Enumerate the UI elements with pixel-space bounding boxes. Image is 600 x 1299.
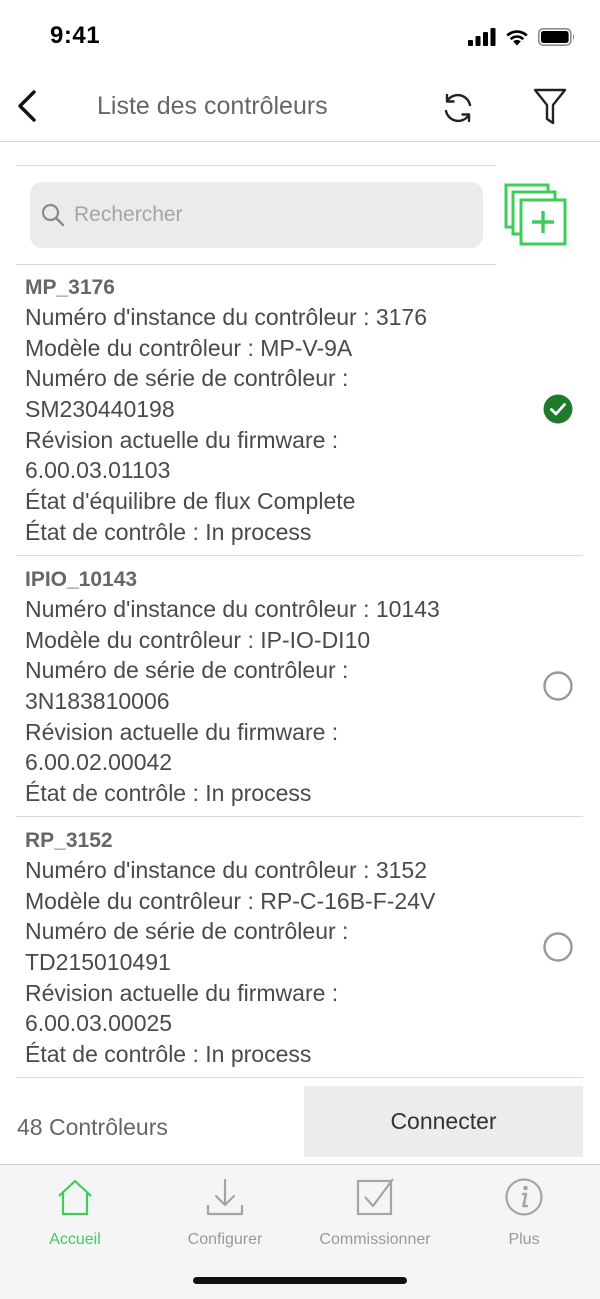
search-box[interactable]: [30, 182, 483, 248]
list-item[interactable]: IPIO_10143 Numéro d'instance du contrôle…: [16, 556, 583, 817]
controller-detail: État de contrôle : In process: [25, 780, 312, 807]
refresh-icon: [444, 93, 472, 123]
footer: 48 Contrôleurs Connecter: [0, 1078, 600, 1164]
controller-detail: Modèle du contrôleur : MP-V-9A: [25, 334, 353, 361]
tab-label: Commissionner: [319, 1231, 431, 1248]
home-icon: [58, 1179, 92, 1216]
back-button[interactable]: [10, 86, 44, 126]
controller-detail: 6.00.03.00025: [25, 1010, 173, 1037]
controller-detail: SM230440198: [25, 396, 175, 423]
checkbox-icon: [356, 1178, 394, 1216]
refresh-button[interactable]: [436, 86, 480, 130]
controller-detail: Révision actuelle du firmware :: [25, 979, 339, 1006]
controller-detail: État de contrôle : In process: [25, 518, 312, 545]
wifi-icon: [506, 30, 528, 46]
controller-count: 48 Contrôleurs: [17, 1114, 168, 1140]
controller-detail: Révision actuelle du firmware :: [25, 718, 339, 745]
chevron-left-icon: [18, 90, 36, 122]
search-input[interactable]: [74, 203, 454, 227]
tab-plus[interactable]: Plus: [449, 1175, 599, 1255]
status-bar: 9:41: [0, 0, 600, 76]
connect-button[interactable]: Connecter: [304, 1086, 583, 1157]
status-icons: [468, 26, 576, 48]
controller-detail: Révision actuelle du firmware :: [25, 426, 339, 453]
controller-detail: Numéro d'instance du contrôleur : 10143: [25, 596, 440, 622]
controller-detail: 3N183810006: [25, 688, 170, 715]
list-item[interactable]: RP_3152 Numéro d'instance du contrôleur …: [16, 817, 583, 1078]
radio-unchecked-icon[interactable]: [543, 671, 573, 701]
filter-button[interactable]: [528, 84, 572, 130]
info-icon: [505, 1178, 543, 1216]
controller-detail: Numéro de série de contrôleur :: [25, 918, 349, 945]
controller-detail: 6.00.03.01103: [25, 457, 171, 484]
controller-detail: État de contrôle : In process: [25, 1041, 312, 1068]
home-indicator: [193, 1277, 407, 1284]
controller-name: IPIO_10143: [25, 568, 138, 591]
filter-icon: [533, 88, 567, 125]
controller-detail: TD215010491: [25, 949, 171, 976]
status-time: 9:41: [50, 22, 101, 49]
tab-label: Accueil: [49, 1231, 101, 1248]
controller-detail: État d'équilibre de flux Complete: [25, 488, 356, 515]
controller-detail: Numéro de série de contrôleur :: [25, 657, 349, 684]
controller-detail: Numéro d'instance du contrôleur : 3152: [25, 857, 428, 883]
checked-circle-icon[interactable]: [543, 394, 573, 424]
controller-name: MP_3176: [25, 276, 115, 299]
cellular-signal-icon: [468, 28, 496, 46]
controller-detail: Numéro d'instance du contrôleur : 3176: [25, 304, 428, 330]
tab-label: Plus: [508, 1231, 540, 1248]
controller-detail: Modèle du contrôleur : RP-C-16B-F-24V: [25, 887, 436, 914]
controller-detail: Modèle du contrôleur : IP-IO-DI10: [25, 626, 371, 653]
battery-icon: [538, 28, 575, 46]
add-copy-icon: [504, 183, 567, 246]
radio-unchecked-icon[interactable]: [543, 932, 573, 962]
tab-label: Configurer: [187, 1231, 263, 1248]
list-item[interactable]: MP_3176 Numéro d'instance du contrôleur …: [16, 264, 583, 556]
tab-configurer[interactable]: Configurer: [150, 1175, 300, 1255]
controller-detail: Numéro de série de contrôleur :: [25, 365, 349, 392]
tab-commissionner[interactable]: Commissionner: [300, 1175, 450, 1255]
add-controller-button[interactable]: [503, 182, 569, 248]
controller-detail: 6.00.02.00042: [25, 749, 173, 776]
controller-list: MP_3176 Numéro d'instance du contrôleur …: [0, 264, 600, 1078]
download-icon: [206, 1178, 244, 1216]
controller-name: RP_3152: [25, 829, 113, 852]
tab-accueil[interactable]: Accueil: [0, 1175, 150, 1255]
nav-bar: Liste des contrôleurs: [0, 76, 600, 142]
page-title: Liste des contrôleurs: [97, 92, 328, 120]
divider: [16, 165, 496, 166]
search-icon: [41, 203, 65, 227]
